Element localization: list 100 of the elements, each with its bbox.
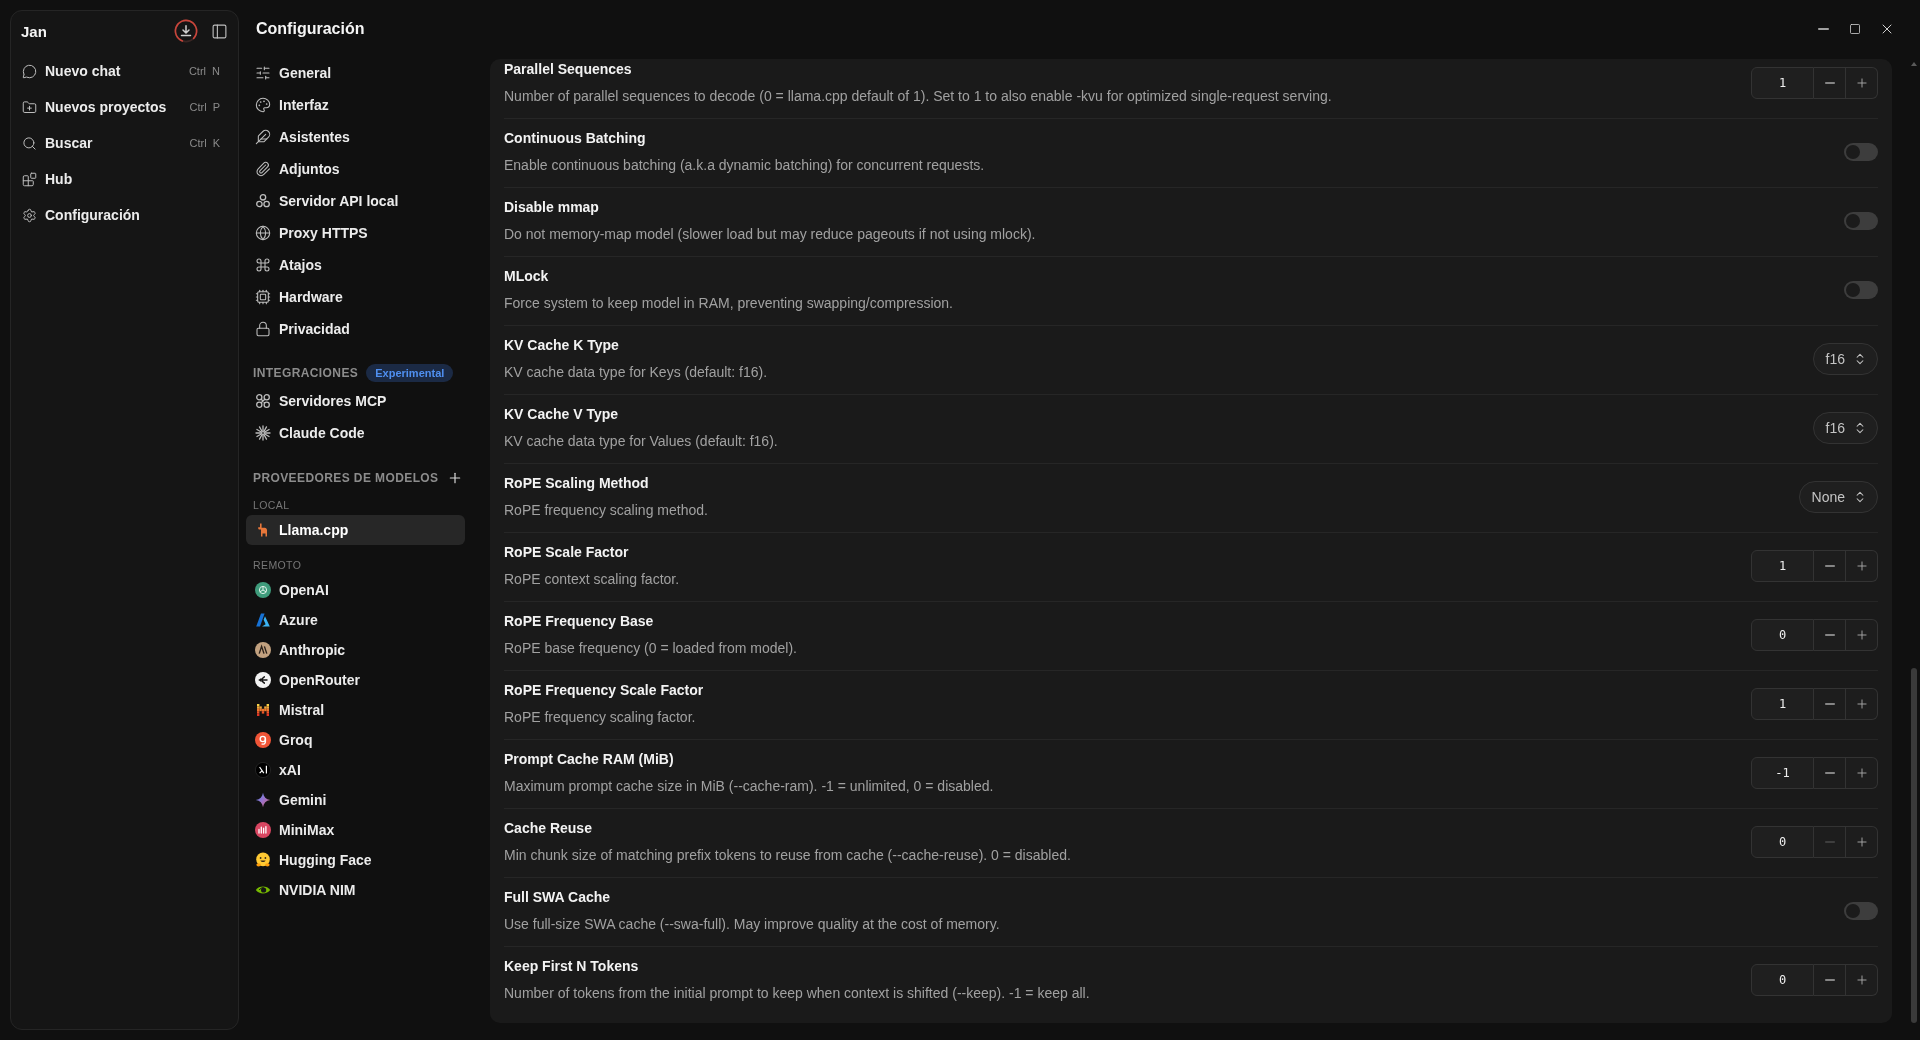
- setting-description: Enable continuous batching (a.k.a dynamic batching) for concurrent requests.: [504, 156, 986, 175]
- plus-icon: [1854, 696, 1869, 711]
- nav-item[interactable]: Proxy HTTPS: [246, 217, 465, 249]
- setting-title: Prompt Cache RAM (MiB): [504, 750, 675, 769]
- panel-icon: [210, 22, 228, 40]
- provider-item[interactable]: NVIDIA NIM: [246, 875, 465, 905]
- setting-description: Maximum prompt cache size in MiB (--cache-ram). -1 = unlimited, 0 = disabled.: [504, 777, 995, 796]
- provider-item[interactable]: OpenAI: [246, 575, 465, 605]
- nav-item[interactable]: Claude Code: [246, 417, 465, 449]
- settings-icon: [22, 207, 37, 223]
- select-dropdown[interactable]: f16: [1812, 342, 1878, 375]
- globe-icon: [255, 225, 271, 241]
- setting-title: KV Cache K Type: [504, 336, 620, 355]
- provider-item[interactable]: Groq: [246, 725, 465, 755]
- toggle-switch[interactable]: [1844, 901, 1878, 920]
- sidebar-item[interactable]: Buscar Ctrl K: [21, 125, 228, 161]
- number-field[interactable]: 0: [1751, 825, 1814, 858]
- nav-item[interactable]: General: [246, 57, 465, 89]
- provider-item[interactable]: Llama.cpp: [246, 515, 465, 545]
- section-heading: INTEGRACIONES: [253, 366, 359, 380]
- paperclip-icon: [255, 161, 271, 177]
- toggle-switch[interactable]: [1844, 280, 1878, 299]
- toggle-switch[interactable]: [1844, 142, 1878, 161]
- increment-button[interactable]: [1846, 756, 1878, 789]
- setting-title: KV Cache V Type: [504, 405, 620, 424]
- provider-item[interactable]: Anthropic: [246, 635, 465, 665]
- minus-icon: [1824, 633, 1835, 636]
- setting-title: RoPE Scale Factor: [504, 543, 630, 562]
- increment-button[interactable]: [1846, 963, 1878, 996]
- setting-title: Disable mmap: [504, 198, 600, 217]
- nav-item[interactable]: Interfaz: [246, 89, 465, 121]
- setting-description: KV cache data type for Keys (default: f16).: [504, 363, 769, 382]
- download-icon: [174, 19, 198, 43]
- nav-item[interactable]: Privacidad: [246, 313, 465, 345]
- shortcut-hint: Ctrl P: [189, 101, 220, 113]
- number-field[interactable]: 1: [1751, 687, 1814, 720]
- nav-item[interactable]: Asistentes: [246, 121, 465, 153]
- nav-item[interactable]: Servidores MCP: [246, 385, 465, 417]
- nav-item[interactable]: Hardware: [246, 281, 465, 313]
- toggle-switch[interactable]: [1844, 211, 1878, 230]
- increment-button[interactable]: [1846, 825, 1878, 858]
- select-dropdown[interactable]: None: [1798, 480, 1878, 513]
- setting-description: Force system to keep model in RAM, preventing swapping/compression.: [504, 294, 954, 313]
- setting-title: Continuous Batching: [504, 129, 647, 148]
- palette-icon: [255, 97, 271, 113]
- shortcut-hint: Ctrl K: [189, 137, 220, 149]
- shortcut-hint: Ctrl N: [188, 65, 220, 77]
- nav-item[interactable]: Adjuntos: [246, 153, 465, 185]
- sidebar-item[interactable]: Hub: [21, 161, 228, 197]
- pixel-logo-icon: [255, 702, 271, 718]
- provider-item[interactable]: OpenRouter: [246, 665, 465, 695]
- plus-icon: [1854, 765, 1869, 780]
- provider-item[interactable]: Mistral: [246, 695, 465, 725]
- setting-title: RoPE Frequency Scale Factor: [504, 681, 705, 700]
- circles-icon: [255, 193, 271, 209]
- minus-icon: [1824, 840, 1835, 843]
- scrollbar-thumb[interactable]: [1911, 668, 1917, 1023]
- starburst-icon: [255, 425, 271, 441]
- plus-icon: [1854, 75, 1869, 90]
- number-field[interactable]: 1: [1751, 66, 1814, 99]
- experimental-badge: Experimental: [366, 364, 454, 382]
- increment-button[interactable]: [1846, 549, 1878, 582]
- provider-logo-icon: [255, 642, 271, 658]
- sidebar-item[interactable]: Nuevos proyectos Ctrl P: [21, 89, 228, 125]
- setting-description: Do not memory-map model (slower load but may reduce pageouts if not using mlock).: [504, 225, 1037, 244]
- sidebar-item[interactable]: Configuración: [21, 197, 228, 233]
- select-dropdown[interactable]: f16: [1812, 411, 1878, 444]
- setting-title: RoPE Scaling Method: [504, 474, 650, 493]
- group-label: LOCAL: [252, 498, 291, 513]
- provider-item[interactable]: MiniMax: [246, 815, 465, 845]
- increment-button[interactable]: [1846, 618, 1878, 651]
- chip-icon: [255, 289, 271, 305]
- nav-item[interactable]: Servidor API local: [246, 185, 465, 217]
- minus-icon: [1824, 702, 1835, 705]
- provider-item[interactable]: Gemini: [246, 785, 465, 815]
- number-field[interactable]: -1: [1751, 756, 1814, 789]
- setting-title: Full SWA Cache: [504, 888, 612, 907]
- provider-item[interactable]: Azure: [246, 605, 465, 635]
- minus-icon: [1824, 978, 1835, 981]
- number-field[interactable]: 0: [1751, 618, 1814, 651]
- setting-description: RoPE base frequency (0 = loaded from model).: [504, 639, 798, 658]
- provider-item[interactable]: xAI: [246, 755, 465, 785]
- setting-description: Number of tokens from the initial prompt to keep when context is shifted (--keep). -1 = keep all.: [504, 984, 1091, 1003]
- plus-icon: [1854, 834, 1869, 849]
- page-title: Configuración: [256, 19, 366, 38]
- download-button[interactable]: [174, 19, 198, 43]
- sidebar-item[interactable]: Nuevo chat Ctrl N: [21, 53, 228, 89]
- scroll-up-arrow-icon[interactable]: [1911, 62, 1917, 66]
- increment-button[interactable]: [1846, 66, 1878, 99]
- number-field[interactable]: 0: [1751, 963, 1814, 996]
- setting-description: Min chunk size of matching prefix tokens to reuse from cache (--cache-reuse). 0 = disabled.: [504, 846, 1072, 865]
- setting-title: Cache Reuse: [504, 819, 593, 838]
- provider-logo-icon: [255, 762, 271, 778]
- four-rings-icon: [255, 393, 271, 409]
- nav-item[interactable]: Atajos: [246, 249, 465, 281]
- setting-description: RoPE context scaling factor.: [504, 570, 681, 589]
- group-label: REMOTO: [252, 558, 303, 573]
- provider-item[interactable]: Hugging Face: [246, 845, 465, 875]
- increment-button[interactable]: [1846, 687, 1878, 720]
- number-field[interactable]: 1: [1751, 549, 1814, 582]
